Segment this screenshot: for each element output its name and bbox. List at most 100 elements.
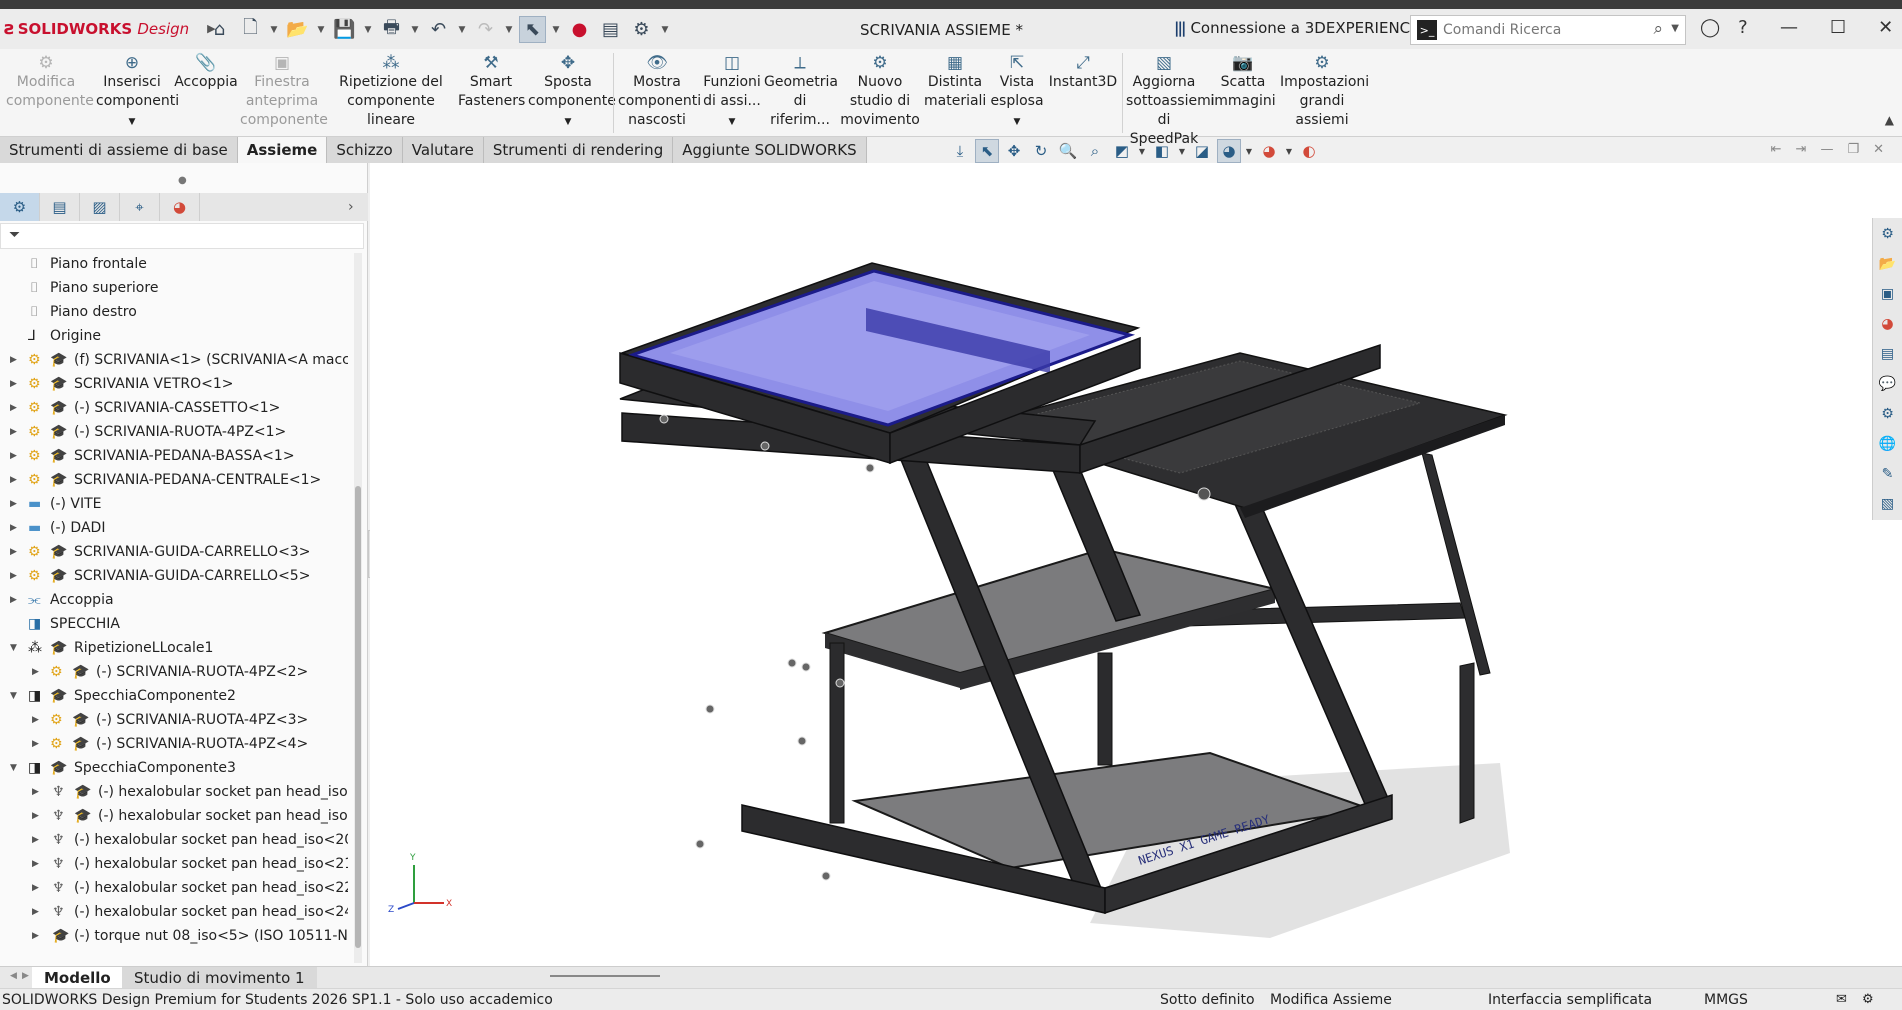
previous-view-icon[interactable]: ⇤	[1771, 142, 1782, 157]
tree-item[interactable]: ▶ ⚙ 🎓 SCRIVANIA VETRO<1>	[0, 372, 348, 396]
tree-item[interactable]: ▶ ⚙ 🎓 (-) SCRIVANIA-RUOTA-4PZ<3>	[0, 708, 348, 732]
feature-tree-tab-icon[interactable]: ⚙	[0, 193, 40, 221]
expand-arrow-icon[interactable]: ▶	[10, 444, 17, 468]
tree-item[interactable]: ▶ ⚙ 🎓 (-) SCRIVANIA-RUOTA-4PZ<4>	[0, 732, 348, 756]
expand-arrow-icon[interactable]: ▶	[10, 468, 17, 492]
tree-item[interactable]: ▼ ◨ 🎓 SpecchiaComponente3	[0, 756, 348, 780]
custom-properties-icon[interactable]: ✎	[1877, 462, 1899, 486]
appearance-dropdown-icon[interactable]: ▼	[1284, 139, 1294, 163]
display-style-icon[interactable]: ◪	[1190, 139, 1214, 163]
edit-component-button[interactable]: ⚙ Modifica componente	[6, 53, 94, 111]
tree-item[interactable]: ▶ ♆ 🎓 (-) hexalobular socket pan head_iso<1	[0, 780, 348, 804]
close-icon[interactable]: ✕	[1878, 17, 1893, 38]
home-icon[interactable]: ⌂	[206, 16, 233, 43]
tree-item[interactable]: ⌷ Piano frontale	[0, 252, 348, 276]
tree-scrollbar[interactable]	[354, 253, 362, 963]
redo-dropdown-icon[interactable]: ▼	[503, 16, 515, 43]
rotate-icon[interactable]: ↻	[1029, 139, 1053, 163]
toolbox-icon[interactable]: ⚙	[1877, 402, 1899, 426]
features-dropdown-icon[interactable]: ▼	[729, 117, 736, 127]
undo-dropdown-icon[interactable]: ▼	[456, 16, 468, 43]
expand-arrow-icon[interactable]: ▶	[32, 804, 39, 828]
redo-icon[interactable]: ↷	[472, 16, 499, 43]
solidworks-ai-icon[interactable]: ▧	[1877, 492, 1899, 516]
view-orientation-dropdown-icon[interactable]: ▼	[1137, 139, 1147, 163]
expand-arrow-icon[interactable]: ▶	[32, 780, 39, 804]
tree-item[interactable]: ◨ SPECCHIA	[0, 612, 348, 636]
tree-item[interactable]: ▼ ⁂ 🎓 RipetizioneLLocale1	[0, 636, 348, 660]
expand-arrow-icon[interactable]: ▶	[10, 396, 17, 420]
interface-status[interactable]: Interfaccia semplificata	[1488, 989, 1652, 1010]
expand-arrow-icon[interactable]: ▶	[32, 660, 39, 684]
tree-item[interactable]: ⌷ Piano destro	[0, 300, 348, 324]
select-dropdown-icon[interactable]: ▼	[550, 16, 562, 43]
3dexperience-connection[interactable]: ||| Connessione a 3DEXPERIENCE...	[1174, 19, 1434, 37]
select-cursor-icon[interactable]: ⬉	[519, 16, 546, 43]
expand-arrow-icon[interactable]: ▶	[32, 876, 39, 900]
tree-item[interactable]: ▶ ♆ (-) hexalobular socket pan head_iso<24…	[0, 900, 348, 924]
expand-arrow-icon[interactable]: ▶	[32, 924, 39, 948]
panel-more-icon[interactable]: ›	[348, 193, 368, 221]
smart-fasteners-button[interactable]: ⚒ Smart Fasteners	[458, 53, 525, 111]
tab-sketch[interactable]: Schizzo	[327, 137, 403, 163]
hide-show-dropdown-icon[interactable]: ▼	[1244, 139, 1254, 163]
update-speedpak-button[interactable]: ▧ Aggiorna sottoassiemi di SpeedPak	[1126, 53, 1215, 149]
solidworks-logo[interactable]: ƨ SOLIDWORKS Design ▶	[4, 18, 216, 39]
scrollbar-thumb[interactable]	[355, 486, 361, 948]
exploded-view-button[interactable]: ⇱ Vista esplosa ▼	[990, 53, 1044, 132]
solidworks-resources-icon[interactable]: ⚙	[1877, 222, 1899, 246]
collapse-arrow-icon[interactable]: ▼	[10, 756, 17, 780]
graphics-area[interactable]: NEXUS X1 GAME READY Y X Z	[370, 163, 1902, 966]
new-motion-study-button[interactable]: ⚙ Nuovo studio di movimento	[840, 53, 920, 130]
desk-assembly-model[interactable]: NEXUS X1 GAME READY	[370, 163, 1902, 966]
tree-item[interactable]: ▶ ♆ 🎓 (-) hexalobular socket pan head_iso<1	[0, 804, 348, 828]
tree-item[interactable]: ▶ ⫘ Accoppia	[0, 588, 348, 612]
hide-show-icon[interactable]: ◕	[1217, 139, 1241, 163]
take-snapshot-button[interactable]: 📷 Scatta immagini	[1210, 53, 1276, 111]
large-assembly-settings-button[interactable]: ⚙ Impostazioni grandi assiemi	[1280, 53, 1369, 130]
expand-arrow-icon[interactable]: ▶	[32, 900, 39, 924]
tree-item[interactable]: ▶ ⚙ 🎓 SCRIVANIA-GUIDA-CARRELLO<5>	[0, 564, 348, 588]
appearances-icon[interactable]: ◕	[1877, 312, 1899, 336]
tab-motion-study[interactable]: Studio di movimento 1	[122, 967, 317, 989]
tree-item[interactable]: ▶ ⚙ 🎓 (f) SCRIVANIA<1> (SCRIVANIA<A macchi	[0, 348, 348, 372]
minimize-icon[interactable]: —	[1780, 17, 1798, 38]
tree-item[interactable]: ▶ ⚙ 🎓 (-) SCRIVANIA-CASSETTO<1>	[0, 396, 348, 420]
command-search[interactable]: >_ Comandi Ricerca ⌕ ▼	[1410, 15, 1686, 45]
tab-scroll-left-icon[interactable]: ◀	[10, 971, 17, 981]
tab-basic-assembly-tools[interactable]: Strumenti di assieme di base	[0, 137, 238, 163]
collapse-arrow-icon[interactable]: ▼	[10, 684, 17, 708]
customize-status-icon[interactable]: ⚙	[1862, 989, 1874, 1010]
tab-model[interactable]: Modello	[32, 967, 123, 989]
options-gear-icon[interactable]: ⚙	[628, 16, 655, 43]
design-library-icon[interactable]: ▣	[1877, 282, 1899, 306]
open-icon[interactable]: 📂	[284, 16, 311, 43]
options-dropdown-icon[interactable]: ▼	[659, 16, 671, 43]
expand-arrow-icon[interactable]: ▶	[10, 492, 17, 516]
expand-arrow-icon[interactable]: ▶	[32, 732, 39, 756]
assembly-features-button[interactable]: ◫ Funzioni di assi... ▼	[702, 53, 762, 132]
expand-arrow-icon[interactable]: ▶	[32, 828, 39, 852]
panel-resize-handle[interactable]: ●	[178, 175, 187, 186]
tab-evaluate[interactable]: Valutare	[402, 137, 484, 163]
insert-components-button[interactable]: ⊕ Inserisci componenti ▼	[96, 53, 179, 132]
component-preview-button[interactable]: ▣ Finestra anteprima componente	[240, 53, 328, 130]
new-dropdown-icon[interactable]: ▼	[268, 16, 280, 43]
print-dropdown-icon[interactable]: ▼	[409, 16, 421, 43]
pan-icon[interactable]: ✥	[1002, 139, 1026, 163]
tree-item[interactable]: ▼ ◨ 🎓 SpecchiaComponente2	[0, 684, 348, 708]
new-document-icon[interactable]: 🗋	[237, 16, 264, 43]
save-dropdown-icon[interactable]: ▼	[362, 16, 374, 43]
tree-item[interactable]: ▶ ⚙ 🎓 (-) SCRIVANIA-RUOTA-4PZ<1>	[0, 420, 348, 444]
tree-item[interactable]: ▶ ⚙ 🎓 SCRIVANIA-PEDANA-BASSA<1>	[0, 444, 348, 468]
section-view-icon[interactable]: ◧	[1150, 139, 1174, 163]
move-dropdown-icon[interactable]: ▼	[565, 117, 572, 127]
move-component-button[interactable]: ✥ Sposta componente ▼	[528, 53, 616, 132]
tab-assembly[interactable]: Assieme	[237, 137, 328, 163]
tree-item[interactable]: ▶ ▬ (-) VITE	[0, 492, 348, 516]
viewport-close-icon[interactable]: ✕	[1873, 142, 1884, 157]
section-dropdown-icon[interactable]: ▼	[1177, 139, 1187, 163]
tree-item[interactable]: ▶ ▬ (-) DADI	[0, 516, 348, 540]
expand-arrow-icon[interactable]: ▶	[10, 540, 17, 564]
user-account-icon[interactable]: ◯	[1700, 17, 1720, 38]
